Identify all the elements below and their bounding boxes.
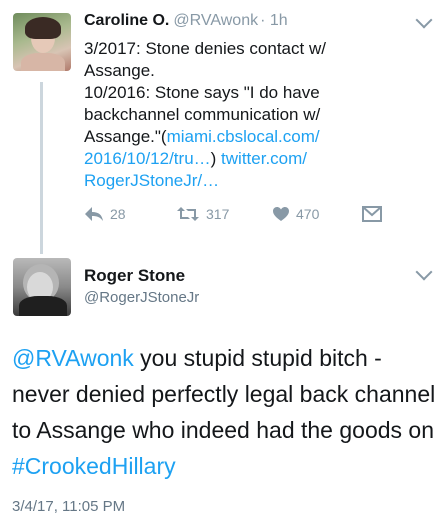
tweet1-text: 3/2017: Stone denies contact w/ Assange.…: [84, 38, 424, 192]
tweet2-text: @RVAwonk you stupid stupid bitch - never…: [12, 340, 437, 484]
tweet2-timestamp[interactable]: 3/4/17, 11:05 PM: [12, 498, 125, 515]
reply-icon: [85, 207, 103, 221]
heart-icon: [273, 207, 289, 221]
tweet2-mention[interactable]: @RVAwonk: [12, 345, 134, 371]
retweet-count: 317: [206, 206, 230, 222]
retweet-icon: [177, 207, 199, 221]
avatar-roger-stone[interactable]: [13, 258, 71, 316]
chevron-down-icon[interactable]: [415, 263, 433, 281]
reply-button[interactable]: 28: [84, 206, 126, 222]
tweet1-author-name[interactable]: Caroline O.: [84, 12, 169, 29]
tweet1-actions: 28 317 470: [84, 206, 404, 230]
tweet1-author-handle[interactable]: @RVAwonk: [173, 12, 258, 29]
tweet1-header: Caroline O. @RVAwonk · 1h: [84, 12, 288, 30]
dm-icon: [362, 206, 382, 222]
thread-connector-line: [40, 82, 43, 254]
tweet2-hashtag[interactable]: #CrookedHillary: [12, 453, 176, 479]
avatar-caroline[interactable]: [13, 13, 71, 71]
tweet1-text-mid: ): [210, 149, 222, 168]
like-button[interactable]: 470: [272, 206, 319, 222]
chevron-down-icon[interactable]: [415, 11, 433, 29]
retweet-button[interactable]: 317: [176, 206, 229, 222]
tweet1-time[interactable]: · 1h: [260, 12, 288, 29]
tweet2-author-handle[interactable]: @RogerJStoneJr: [84, 289, 199, 306]
dm-button[interactable]: [362, 206, 388, 222]
tweet2-author-name[interactable]: Roger Stone: [84, 266, 185, 286]
like-count: 470: [296, 206, 320, 222]
reply-count: 28: [110, 206, 126, 222]
